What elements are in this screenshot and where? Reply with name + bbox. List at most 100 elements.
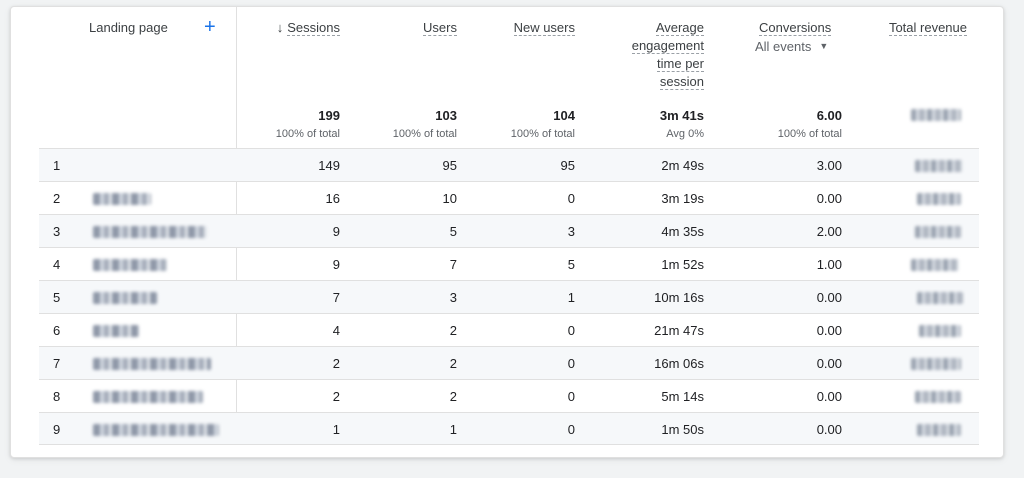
row-index: 8	[53, 389, 61, 404]
users-header-label: Users	[423, 20, 457, 36]
new-users-cell: 3	[567, 224, 575, 239]
arrow-down-icon: ↓	[276, 20, 284, 35]
revenue-redacted	[917, 424, 961, 436]
table-row[interactable]: 5 7 3 1 10m 16s 0.00	[39, 280, 979, 313]
conversions-cell: 0.00	[816, 191, 842, 206]
revenue-redacted	[915, 226, 961, 238]
landing-page-redacted	[93, 391, 203, 403]
report-table-card: Landing page + ↓ Sessions Users New users…	[10, 6, 1004, 458]
landing-page-header[interactable]: Landing page	[89, 19, 168, 37]
avg-engagement-header-line4: session	[659, 74, 704, 90]
revenue-redacted	[915, 391, 961, 403]
users-header[interactable]: Users	[391, 19, 457, 37]
avg-time-cell: 1m 50s	[661, 422, 704, 437]
new-users-cell: 5	[567, 257, 575, 272]
avg-engagement-header-line2: engagement	[631, 38, 704, 54]
conversions-cell: 0.00	[816, 290, 842, 305]
caret-down-icon: ▼	[819, 41, 829, 51]
new-users-total-sub: 100% of total	[510, 128, 575, 140]
table-row[interactable]: 7 2 2 0 16m 06s 0.00	[39, 346, 979, 379]
sessions-total: 199	[318, 108, 340, 123]
conversions-total-sub: 100% of total	[777, 128, 842, 140]
new-users-header[interactable]: New users	[491, 19, 575, 37]
avg-time-cell: 2m 49s	[661, 158, 704, 173]
avg-time-cell: 3m 19s	[661, 191, 704, 206]
revenue-redacted	[911, 358, 961, 370]
revenue-redacted	[917, 193, 961, 205]
conversions-header[interactable]: Conversions	[759, 19, 832, 37]
total-revenue-redacted	[911, 109, 961, 121]
landing-page-redacted	[93, 193, 151, 205]
row-index: 4	[53, 257, 61, 272]
new-users-cell: 0	[567, 191, 575, 206]
table-row[interactable]: 9 1 1 0 1m 50s 0.00	[39, 412, 979, 445]
avg-engagement-total-sub: Avg 0%	[666, 128, 704, 140]
users-cell: 7	[449, 257, 457, 272]
landing-page-redacted	[93, 325, 139, 337]
conversions-cell: 2.00	[816, 224, 842, 239]
sessions-total-sub: 100% of total	[275, 128, 340, 140]
sessions-cell: 2	[332, 389, 340, 404]
conversions-cell: 0.00	[816, 422, 842, 437]
table-row[interactable]: 8 2 2 0 5m 14s 0.00	[39, 379, 979, 412]
sessions-header[interactable]: ↓ Sessions	[269, 19, 340, 37]
avg-time-cell: 16m 06s	[654, 356, 704, 371]
users-cell: 2	[449, 356, 457, 371]
table-row[interactable]: 1 149 95 95 2m 49s 3.00	[39, 148, 979, 181]
avg-engagement-header-line3: time per	[657, 56, 704, 72]
sessions-cell: 149	[318, 158, 340, 173]
sessions-cell: 9	[332, 224, 340, 239]
avg-time-cell: 21m 47s	[654, 323, 704, 338]
avg-time-cell: 5m 14s	[661, 389, 704, 404]
row-index: 2	[53, 191, 61, 206]
avg-time-cell: 4m 35s	[661, 224, 704, 239]
users-cell: 95	[442, 158, 457, 173]
users-cell: 2	[449, 323, 457, 338]
users-cell: 10	[442, 191, 457, 206]
conversions-cell: 0.00	[816, 356, 842, 371]
new-users-cell: 1	[567, 290, 575, 305]
table-body: 1 149 95 95 2m 49s 3.00 2 16 10 0 3m 19s…	[39, 148, 979, 445]
avg-engagement-header-line1: Average	[655, 20, 704, 36]
total-revenue-header-label: Total revenue	[888, 20, 967, 36]
landing-page-redacted	[93, 259, 167, 271]
conversions-cell: 0.00	[816, 323, 842, 338]
avg-time-cell: 1m 52s	[661, 257, 704, 272]
new-users-header-label: New users	[513, 20, 575, 36]
row-index: 5	[53, 290, 61, 305]
new-users-cell: 0	[567, 389, 575, 404]
landing-page-redacted	[93, 358, 211, 370]
landing-page-header-label: Landing page	[89, 20, 168, 35]
landing-page-redacted	[93, 226, 207, 238]
conversions-header-label: Conversions	[759, 20, 832, 36]
revenue-redacted	[915, 160, 963, 172]
table-row[interactable]: 2 16 10 0 3m 19s 0.00	[39, 181, 979, 214]
avg-engagement-header[interactable]: Average engagement time per session	[611, 19, 704, 91]
plus-icon[interactable]: +	[204, 17, 216, 37]
table-row[interactable]: 6 4 2 0 21m 47s 0.00	[39, 313, 979, 346]
sessions-cell: 4	[332, 323, 340, 338]
conversions-cell: 0.00	[816, 389, 842, 404]
landing-page-redacted	[93, 424, 219, 436]
row-index: 1	[53, 158, 61, 173]
table-row[interactable]: 3 9 5 3 4m 35s 2.00	[39, 214, 979, 247]
new-users-total: 104	[553, 108, 575, 123]
conversions-total: 6.00	[816, 108, 842, 123]
row-index: 6	[53, 323, 61, 338]
new-users-cell: 0	[567, 356, 575, 371]
sessions-cell: 2	[332, 356, 340, 371]
conversion-event-label: All events	[755, 39, 812, 54]
revenue-redacted	[917, 292, 963, 304]
users-total: 103	[435, 108, 457, 123]
new-users-cell: 0	[567, 323, 575, 338]
new-users-cell: 0	[567, 422, 575, 437]
landing-page-redacted	[93, 292, 157, 304]
users-cell: 5	[449, 224, 457, 239]
revenue-redacted	[911, 259, 959, 271]
conversion-event-dropdown[interactable]: All events ▼	[755, 39, 828, 54]
revenue-redacted	[919, 325, 961, 337]
sessions-cell: 1	[332, 422, 340, 437]
table-row[interactable]: 4 9 7 5 1m 52s 1.00	[39, 247, 979, 280]
sessions-cell: 16	[325, 191, 340, 206]
total-revenue-header[interactable]: Total revenue	[881, 19, 967, 37]
